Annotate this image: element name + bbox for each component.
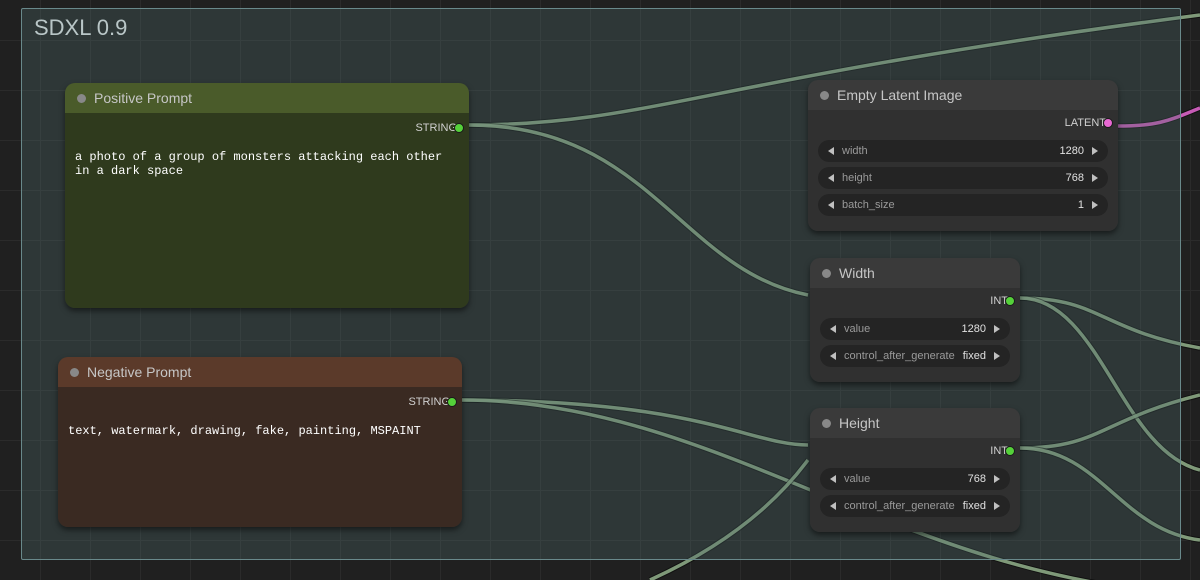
widget-value[interactable]: 1280 <box>870 323 988 335</box>
arrow-left-icon[interactable] <box>828 201 834 209</box>
widget-value[interactable]: 1280 <box>868 145 1086 157</box>
widget-value[interactable]: 768 <box>872 172 1086 184</box>
widget-value[interactable]: 1 <box>895 199 1086 211</box>
arrow-left-icon[interactable] <box>830 352 836 360</box>
arrow-left-icon[interactable] <box>830 475 836 483</box>
widget-label: width <box>840 145 868 157</box>
group-title: SDXL 0.9 <box>34 15 127 41</box>
output-label: LATENT <box>1065 117 1106 129</box>
output-socket-icon[interactable] <box>454 123 464 133</box>
arrow-left-icon[interactable] <box>830 502 836 510</box>
node-header[interactable]: Negative Prompt <box>58 357 462 387</box>
output-socket-icon[interactable] <box>1103 118 1113 128</box>
node-title: Negative Prompt <box>87 364 191 380</box>
widget-label: height <box>840 172 872 184</box>
widget-height[interactable]: height 768 <box>818 167 1108 189</box>
arrow-right-icon[interactable] <box>1092 174 1098 182</box>
widget-control-after-generate[interactable]: control_after_generate fixed <box>820 495 1010 517</box>
arrow-left-icon[interactable] <box>828 174 834 182</box>
output-row-latent: LATENT <box>818 114 1108 135</box>
output-socket-icon[interactable] <box>1005 446 1015 456</box>
node-title: Width <box>839 265 875 281</box>
widget-value[interactable]: fixed <box>955 500 988 512</box>
node-negative-prompt[interactable]: Negative Prompt STRING text, watermark, … <box>58 357 462 527</box>
output-label: STRING <box>408 396 450 408</box>
node-title: Positive Prompt <box>94 90 192 106</box>
node-empty-latent-image[interactable]: Empty Latent Image LATENT width 1280 hei… <box>808 80 1118 231</box>
output-row-string: STRING <box>75 119 459 140</box>
widget-value[interactable]: value 768 <box>820 468 1010 490</box>
output-socket-icon[interactable] <box>1005 296 1015 306</box>
arrow-left-icon[interactable] <box>828 147 834 155</box>
arrow-right-icon[interactable] <box>994 502 1000 510</box>
node-width[interactable]: Width INT value 1280 control_after_gener… <box>810 258 1020 382</box>
node-header[interactable]: Empty Latent Image <box>808 80 1118 110</box>
node-header[interactable]: Width <box>810 258 1020 288</box>
arrow-left-icon[interactable] <box>830 325 836 333</box>
widget-batch-size[interactable]: batch_size 1 <box>818 194 1108 216</box>
widget-control-after-generate[interactable]: control_after_generate fixed <box>820 345 1010 367</box>
widget-label: batch_size <box>840 199 895 211</box>
widget-value[interactable]: value 1280 <box>820 318 1010 340</box>
node-collapse-dot-icon[interactable] <box>820 91 829 100</box>
widget-label: control_after_generate <box>842 350 955 362</box>
node-header[interactable]: Height <box>810 408 1020 438</box>
prompt-textarea[interactable]: text, watermark, drawing, fake, painting… <box>68 414 452 438</box>
node-collapse-dot-icon[interactable] <box>70 368 79 377</box>
output-socket-icon[interactable] <box>447 397 457 407</box>
node-positive-prompt[interactable]: Positive Prompt STRING a photo of a grou… <box>65 83 469 308</box>
widget-value[interactable]: fixed <box>955 350 988 362</box>
arrow-right-icon[interactable] <box>994 352 1000 360</box>
output-row-int: INT <box>820 292 1010 313</box>
node-collapse-dot-icon[interactable] <box>822 419 831 428</box>
widget-label: value <box>842 473 870 485</box>
node-height[interactable]: Height INT value 768 control_after_gener… <box>810 408 1020 532</box>
prompt-textarea[interactable]: a photo of a group of monsters attacking… <box>75 140 459 178</box>
arrow-right-icon[interactable] <box>994 475 1000 483</box>
output-row-string: STRING <box>68 393 452 414</box>
widget-value[interactable]: 768 <box>870 473 988 485</box>
node-header[interactable]: Positive Prompt <box>65 83 469 113</box>
widget-label: value <box>842 323 870 335</box>
arrow-right-icon[interactable] <box>1092 201 1098 209</box>
widget-width[interactable]: width 1280 <box>818 140 1108 162</box>
node-collapse-dot-icon[interactable] <box>822 269 831 278</box>
output-label: STRING <box>415 122 457 134</box>
widget-label: control_after_generate <box>842 500 955 512</box>
output-row-int: INT <box>820 442 1010 463</box>
node-collapse-dot-icon[interactable] <box>77 94 86 103</box>
node-title: Height <box>839 415 879 431</box>
arrow-right-icon[interactable] <box>994 325 1000 333</box>
node-title: Empty Latent Image <box>837 87 962 103</box>
arrow-right-icon[interactable] <box>1092 147 1098 155</box>
